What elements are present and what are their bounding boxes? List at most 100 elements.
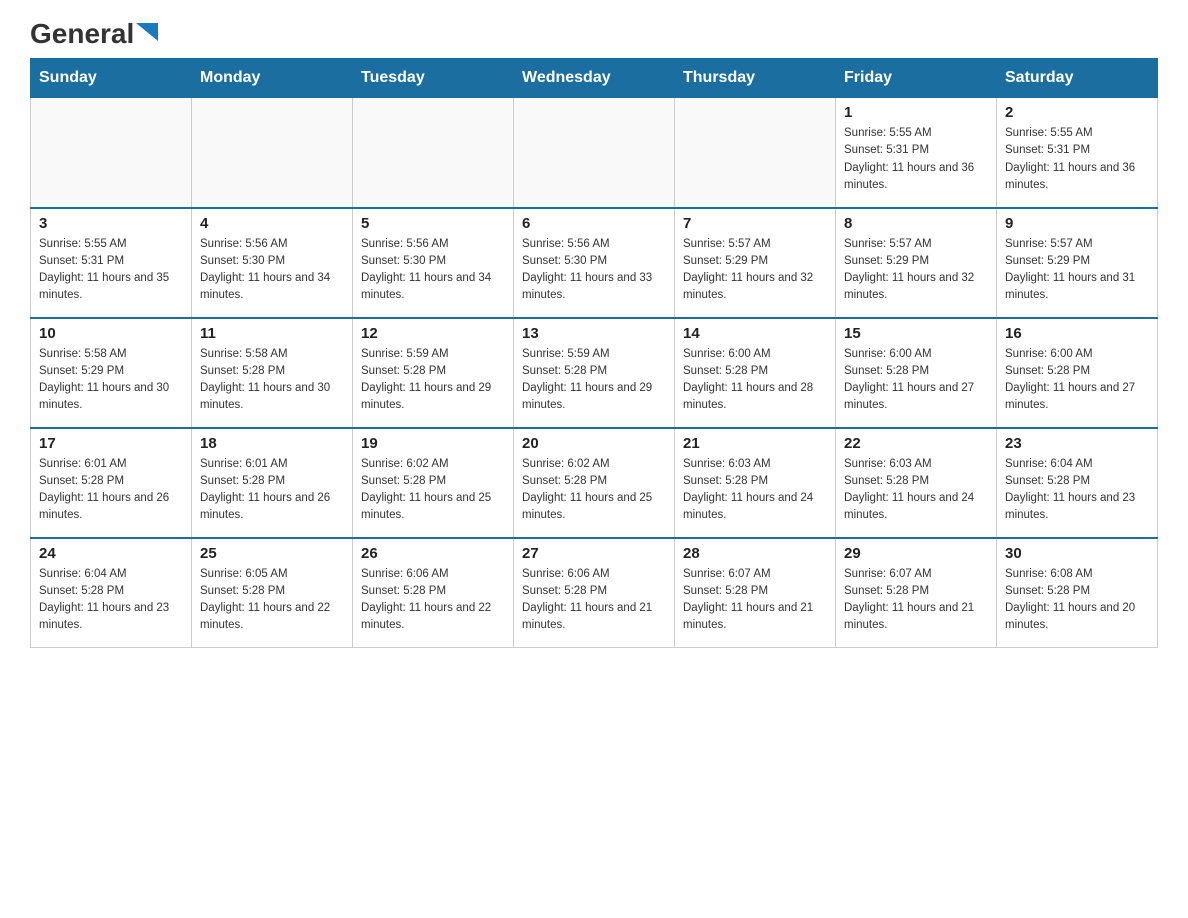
- day-sun-info: Sunrise: 6:02 AMSunset: 5:28 PMDaylight:…: [361, 456, 505, 525]
- calendar-cell: [514, 98, 675, 208]
- calendar-cell: 13 Sunrise: 5:59 AMSunset: 5:28 PMDayligh…: [514, 318, 675, 428]
- calendar-cell: 1 Sunrise: 5:55 AMSunset: 5:31 PMDaylight…: [836, 98, 997, 208]
- day-of-week-header: Friday: [836, 59, 997, 98]
- day-sun-info: Sunrise: 5:57 AMSunset: 5:29 PMDaylight:…: [683, 236, 827, 305]
- day-sun-info: Sunrise: 5:55 AMSunset: 5:31 PMDaylight:…: [844, 125, 988, 194]
- calendar-week-row: 10 Sunrise: 5:58 AMSunset: 5:29 PMDayligh…: [31, 318, 1158, 428]
- day-number: 24: [39, 545, 183, 562]
- day-number: 18: [200, 435, 344, 452]
- day-number: 19: [361, 435, 505, 452]
- day-sun-info: Sunrise: 5:57 AMSunset: 5:29 PMDaylight:…: [1005, 236, 1149, 305]
- calendar-cell: [192, 98, 353, 208]
- day-number: 25: [200, 545, 344, 562]
- calendar-cell: 26 Sunrise: 6:06 AMSunset: 5:28 PMDayligh…: [353, 538, 514, 648]
- day-number: 26: [361, 545, 505, 562]
- day-sun-info: Sunrise: 5:58 AMSunset: 5:28 PMDaylight:…: [200, 346, 344, 415]
- logo-general: General: [30, 20, 134, 48]
- logo-triangle-icon: [136, 23, 158, 41]
- day-number: 28: [683, 545, 827, 562]
- day-sun-info: Sunrise: 6:00 AMSunset: 5:28 PMDaylight:…: [683, 346, 827, 415]
- day-number: 4: [200, 215, 344, 232]
- day-number: 16: [1005, 325, 1149, 342]
- day-number: 12: [361, 325, 505, 342]
- day-number: 30: [1005, 545, 1149, 562]
- day-sun-info: Sunrise: 5:58 AMSunset: 5:29 PMDaylight:…: [39, 346, 183, 415]
- day-number: 22: [844, 435, 988, 452]
- calendar-cell: 15 Sunrise: 6:00 AMSunset: 5:28 PMDayligh…: [836, 318, 997, 428]
- day-number: 29: [844, 545, 988, 562]
- day-sun-info: Sunrise: 6:07 AMSunset: 5:28 PMDaylight:…: [844, 566, 988, 635]
- calendar-cell: [31, 98, 192, 208]
- day-number: 20: [522, 435, 666, 452]
- day-sun-info: Sunrise: 6:07 AMSunset: 5:28 PMDaylight:…: [683, 566, 827, 635]
- calendar-cell: 9 Sunrise: 5:57 AMSunset: 5:29 PMDaylight…: [997, 208, 1158, 318]
- day-number: 3: [39, 215, 183, 232]
- calendar-table: SundayMondayTuesdayWednesdayThursdayFrid…: [30, 58, 1158, 648]
- day-sun-info: Sunrise: 6:00 AMSunset: 5:28 PMDaylight:…: [844, 346, 988, 415]
- day-number: 15: [844, 325, 988, 342]
- logo: General: [30, 20, 158, 48]
- calendar-cell: [353, 98, 514, 208]
- calendar-cell: 25Sunrise: 6:05 AMSunset: 5:28 PMDayligh…: [192, 538, 353, 648]
- calendar-cell: 17 Sunrise: 6:01 AMSunset: 5:28 PMDayligh…: [31, 428, 192, 538]
- calendar-cell: 18 Sunrise: 6:01 AMSunset: 5:28 PMDayligh…: [192, 428, 353, 538]
- day-number: 17: [39, 435, 183, 452]
- day-of-week-header: Wednesday: [514, 59, 675, 98]
- calendar-cell: 27Sunrise: 6:06 AMSunset: 5:28 PMDayligh…: [514, 538, 675, 648]
- calendar-cell: 28 Sunrise: 6:07 AMSunset: 5:28 PMDayligh…: [675, 538, 836, 648]
- day-number: 9: [1005, 215, 1149, 232]
- day-sun-info: Sunrise: 6:04 AMSunset: 5:28 PMDaylight:…: [1005, 456, 1149, 525]
- day-sun-info: Sunrise: 5:55 AMSunset: 5:31 PMDaylight:…: [1005, 125, 1149, 194]
- calendar-cell: 14 Sunrise: 6:00 AMSunset: 5:28 PMDayligh…: [675, 318, 836, 428]
- calendar-cell: 6 Sunrise: 5:56 AMSunset: 5:30 PMDaylight…: [514, 208, 675, 318]
- day-sun-info: Sunrise: 6:01 AMSunset: 5:28 PMDaylight:…: [200, 456, 344, 525]
- day-number: 6: [522, 215, 666, 232]
- calendar-cell: 3 Sunrise: 5:55 AMSunset: 5:31 PMDaylight…: [31, 208, 192, 318]
- calendar-header-row: SundayMondayTuesdayWednesdayThursdayFrid…: [31, 59, 1158, 98]
- calendar-cell: 7 Sunrise: 5:57 AMSunset: 5:29 PMDaylight…: [675, 208, 836, 318]
- day-sun-info: Sunrise: 6:04 AMSunset: 5:28 PMDaylight:…: [39, 566, 183, 635]
- day-number: 27: [522, 545, 666, 562]
- day-sun-info: Sunrise: 5:56 AMSunset: 5:30 PMDaylight:…: [361, 236, 505, 305]
- day-sun-info: Sunrise: 6:08 AMSunset: 5:28 PMDaylight:…: [1005, 566, 1149, 635]
- day-number: 21: [683, 435, 827, 452]
- day-number: 10: [39, 325, 183, 342]
- day-sun-info: Sunrise: 5:56 AMSunset: 5:30 PMDaylight:…: [522, 236, 666, 305]
- day-number: 14: [683, 325, 827, 342]
- day-number: 2: [1005, 104, 1149, 121]
- calendar-cell: 11 Sunrise: 5:58 AMSunset: 5:28 PMDayligh…: [192, 318, 353, 428]
- day-of-week-header: Saturday: [997, 59, 1158, 98]
- calendar-cell: 5 Sunrise: 5:56 AMSunset: 5:30 PMDaylight…: [353, 208, 514, 318]
- calendar-cell: 20 Sunrise: 6:02 AMSunset: 5:28 PMDayligh…: [514, 428, 675, 538]
- calendar-cell: 2 Sunrise: 5:55 AMSunset: 5:31 PMDaylight…: [997, 98, 1158, 208]
- calendar-cell: 10 Sunrise: 5:58 AMSunset: 5:29 PMDayligh…: [31, 318, 192, 428]
- calendar-cell: 16Sunrise: 6:00 AMSunset: 5:28 PMDayligh…: [997, 318, 1158, 428]
- calendar-cell: 19 Sunrise: 6:02 AMSunset: 5:28 PMDayligh…: [353, 428, 514, 538]
- day-sun-info: Sunrise: 5:55 AMSunset: 5:31 PMDaylight:…: [39, 236, 183, 305]
- calendar-week-row: 17 Sunrise: 6:01 AMSunset: 5:28 PMDayligh…: [31, 428, 1158, 538]
- day-of-week-header: Thursday: [675, 59, 836, 98]
- day-of-week-header: Sunday: [31, 59, 192, 98]
- day-sun-info: Sunrise: 5:56 AMSunset: 5:30 PMDaylight:…: [200, 236, 344, 305]
- day-of-week-header: Monday: [192, 59, 353, 98]
- day-number: 7: [683, 215, 827, 232]
- day-number: 11: [200, 325, 344, 342]
- day-sun-info: Sunrise: 5:59 AMSunset: 5:28 PMDaylight:…: [522, 346, 666, 415]
- calendar-cell: 23Sunrise: 6:04 AMSunset: 5:28 PMDayligh…: [997, 428, 1158, 538]
- day-number: 8: [844, 215, 988, 232]
- calendar-week-row: 1 Sunrise: 5:55 AMSunset: 5:31 PMDaylight…: [31, 98, 1158, 208]
- day-number: 5: [361, 215, 505, 232]
- day-sun-info: Sunrise: 6:01 AMSunset: 5:28 PMDaylight:…: [39, 456, 183, 525]
- day-sun-info: Sunrise: 5:59 AMSunset: 5:28 PMDaylight:…: [361, 346, 505, 415]
- calendar-cell: 21Sunrise: 6:03 AMSunset: 5:28 PMDayligh…: [675, 428, 836, 538]
- calendar-cell: 4 Sunrise: 5:56 AMSunset: 5:30 PMDaylight…: [192, 208, 353, 318]
- calendar-cell: 30 Sunrise: 6:08 AMSunset: 5:28 PMDayligh…: [997, 538, 1158, 648]
- calendar-cell: 8 Sunrise: 5:57 AMSunset: 5:29 PMDaylight…: [836, 208, 997, 318]
- day-number: 13: [522, 325, 666, 342]
- day-sun-info: Sunrise: 6:02 AMSunset: 5:28 PMDaylight:…: [522, 456, 666, 525]
- calendar-cell: 12 Sunrise: 5:59 AMSunset: 5:28 PMDayligh…: [353, 318, 514, 428]
- day-sun-info: Sunrise: 6:06 AMSunset: 5:28 PMDaylight:…: [361, 566, 505, 635]
- calendar-cell: [675, 98, 836, 208]
- day-number: 1: [844, 104, 988, 121]
- day-sun-info: Sunrise: 5:57 AMSunset: 5:29 PMDaylight:…: [844, 236, 988, 305]
